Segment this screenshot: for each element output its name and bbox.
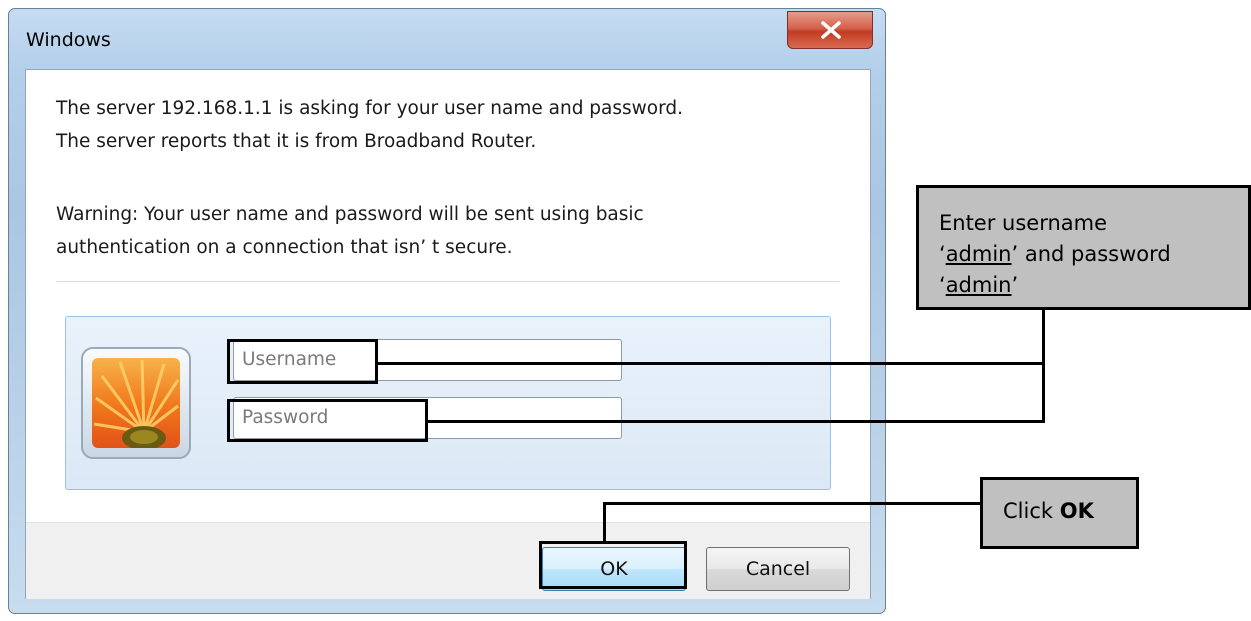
server-message-line2: The server reports that it is from Broad…	[56, 131, 537, 152]
server-message: The server 192.168.1.1 is asking for you…	[56, 92, 683, 158]
dialog-content: The server 192.168.1.1 is asking for you…	[25, 69, 871, 599]
callout-mid: ’ and password	[1011, 242, 1171, 266]
user-tile	[81, 347, 191, 459]
quote-close: ’	[1011, 273, 1019, 297]
close-icon	[821, 21, 841, 39]
window-title: Windows	[26, 29, 111, 51]
close-button[interactable]	[787, 11, 873, 49]
ok-callout: Click OK	[980, 477, 1139, 549]
ok-highlight	[539, 541, 687, 589]
callout-line1: Enter username	[939, 211, 1108, 235]
credential-panel	[65, 316, 831, 490]
windows-security-dialog: Windows The server 192.168.1.1 is asking…	[8, 8, 886, 614]
warning-message: Warning: Your user name and password wil…	[56, 198, 644, 264]
connector-password	[428, 420, 1045, 423]
quote-open: ‘	[939, 242, 946, 266]
credentials-callout: Enter username ‘admin’ and password ‘adm…	[916, 185, 1251, 310]
callout-line2: ‘admin’ and password	[939, 239, 1248, 270]
button-bar: OK Cancel	[26, 522, 870, 599]
warning-line2: authentication on a connection that isn’…	[56, 237, 513, 258]
title-bar[interactable]: Windows	[9, 9, 885, 69]
connector-vertical	[1042, 310, 1045, 423]
divider	[56, 281, 840, 282]
callout-line3: ‘admin’	[939, 270, 1248, 301]
server-message-line1: The server 192.168.1.1 is asking for you…	[56, 98, 684, 119]
username-highlight	[227, 339, 378, 384]
warning-line1: Warning: Your user name and password wil…	[56, 204, 644, 225]
password-highlight	[227, 399, 428, 442]
ok-callout-bold: OK	[1059, 499, 1094, 523]
user-avatar-flower-icon	[92, 358, 180, 448]
cancel-button[interactable]: Cancel	[706, 547, 850, 591]
connector-username	[378, 362, 1045, 365]
connector-ok-horizontal	[603, 502, 980, 505]
callout-username: admin	[945, 242, 1012, 266]
connector-ok-vertical	[603, 502, 606, 544]
callout-password: admin	[945, 273, 1012, 297]
quote-open-2: ‘	[939, 273, 946, 297]
ok-callout-prefix: Click	[1003, 499, 1060, 523]
